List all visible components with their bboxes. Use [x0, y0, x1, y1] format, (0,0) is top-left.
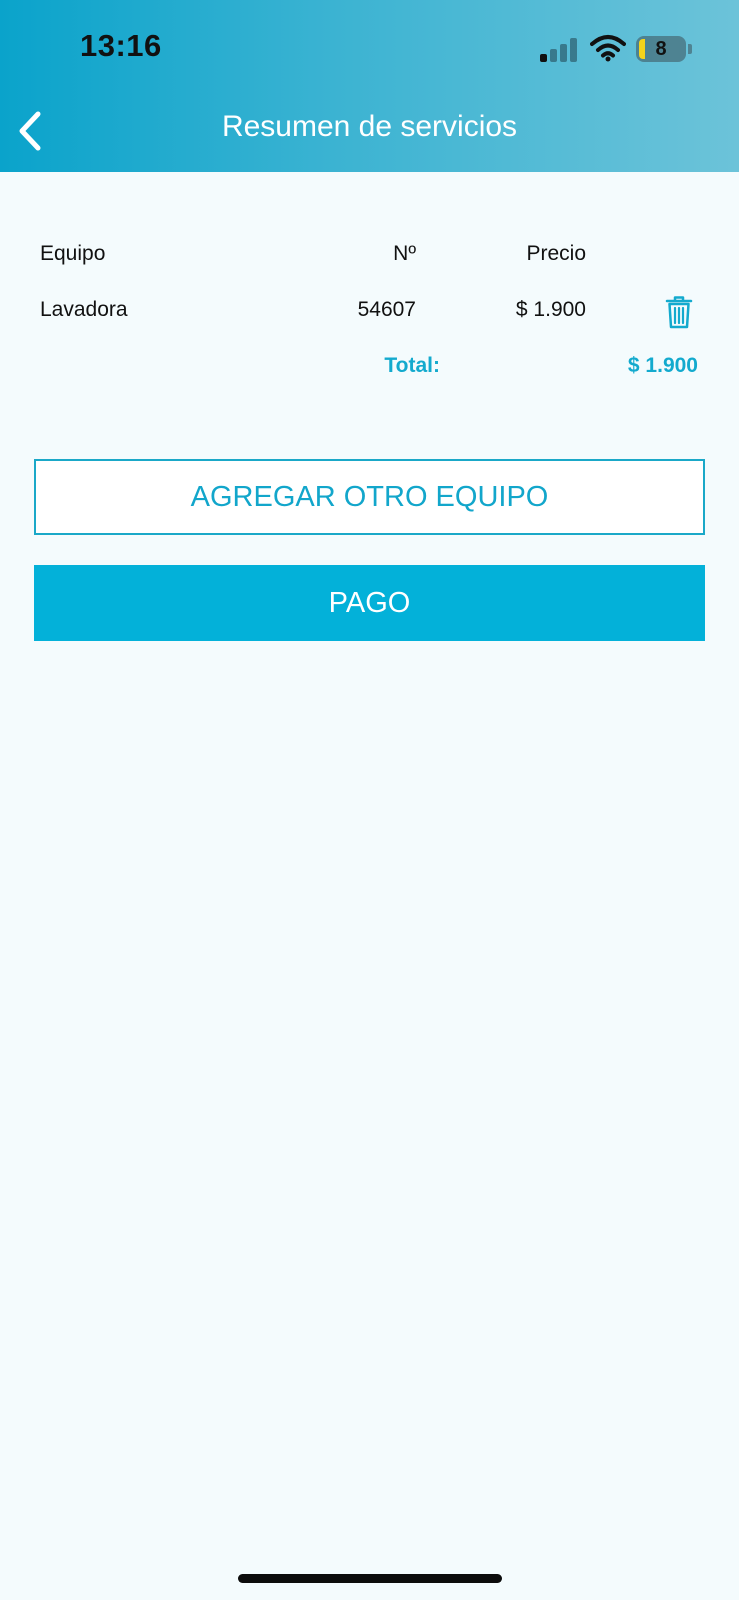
pay-button[interactable]: PAGO	[34, 565, 705, 641]
battery-percent: 8	[655, 38, 667, 60]
page-title: Resumen de servicios	[221, 110, 518, 143]
battery-icon: 8	[636, 36, 686, 62]
add-equipment-button[interactable]: AGREGAR OTRO EQUIPO	[34, 459, 705, 535]
column-header-precio: Precio	[526, 242, 586, 265]
total-value: $ 1.900	[627, 354, 698, 377]
total-label: Total:	[384, 354, 440, 377]
status-time: 13:16	[80, 28, 162, 63]
battery-cap	[688, 44, 692, 54]
wifi-icon	[590, 35, 626, 62]
trash-icon[interactable]	[664, 294, 694, 330]
row-precio: $ 1.900	[515, 298, 586, 321]
cellular-signal-icon	[540, 36, 578, 62]
row-numero: 54607	[357, 298, 416, 321]
column-header-equipo: Equipo	[40, 242, 106, 265]
app-header: 13:16 8 Resumen de servicios	[0, 0, 739, 172]
row-equipo: Lavadora	[40, 298, 128, 321]
column-header-numero: Nº	[393, 242, 416, 265]
home-indicator	[238, 1574, 502, 1583]
